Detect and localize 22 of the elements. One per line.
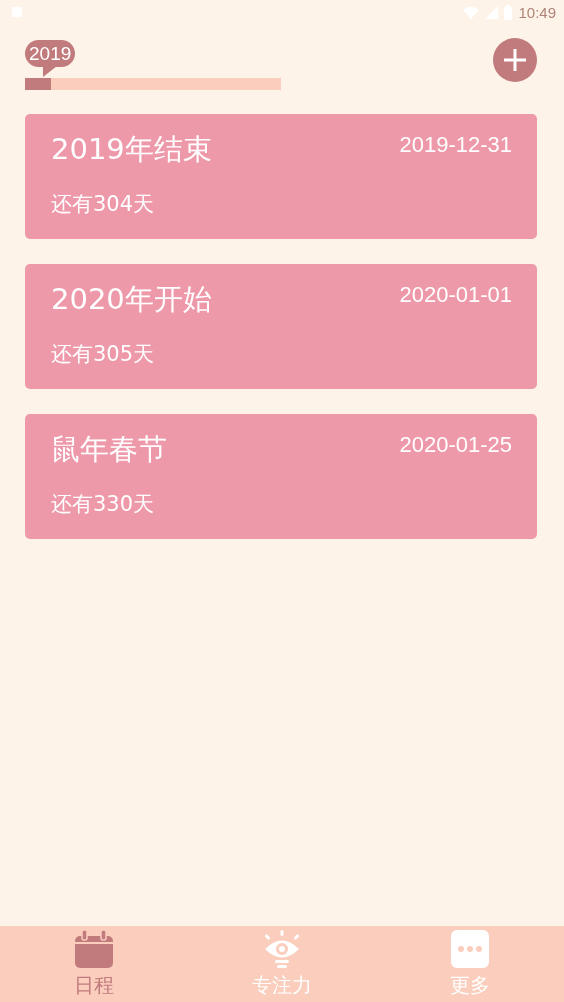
event-card[interactable]: 2020年开始 2020-01-01 还有305天 [25,264,537,389]
plus-icon [504,49,526,71]
event-countdown: 还有330天 [51,491,156,518]
eye-icon [263,930,301,968]
add-button[interactable] [493,38,537,82]
nav-tab[interactable]: 专注力 [188,926,376,1002]
event-title: 2019年结束 [51,131,212,168]
event-countdown: 还有305天 [51,341,156,368]
event-countdown: 还有304天 [51,191,156,218]
event-title: 鼠年春节 [51,431,167,468]
event-date: 2020-01-01 [399,282,512,308]
nav-tab[interactable]: 更多 [376,926,564,1002]
calendar-icon [74,930,114,968]
status-time: 10:49 [518,3,556,21]
more-icon [451,930,489,968]
event-card[interactable]: 2019年结束 2019-12-31 还有304天 [25,114,537,239]
bubble-tail-icon [43,66,57,77]
nav-tab[interactable]: 日程 [0,926,188,1002]
event-date: 2020-01-25 [399,432,512,458]
event-card[interactable]: 鼠年春节 2020-01-25 还有330天 [25,414,537,539]
event-title: 2020年开始 [51,281,212,318]
event-date: 2019-12-31 [399,132,512,158]
